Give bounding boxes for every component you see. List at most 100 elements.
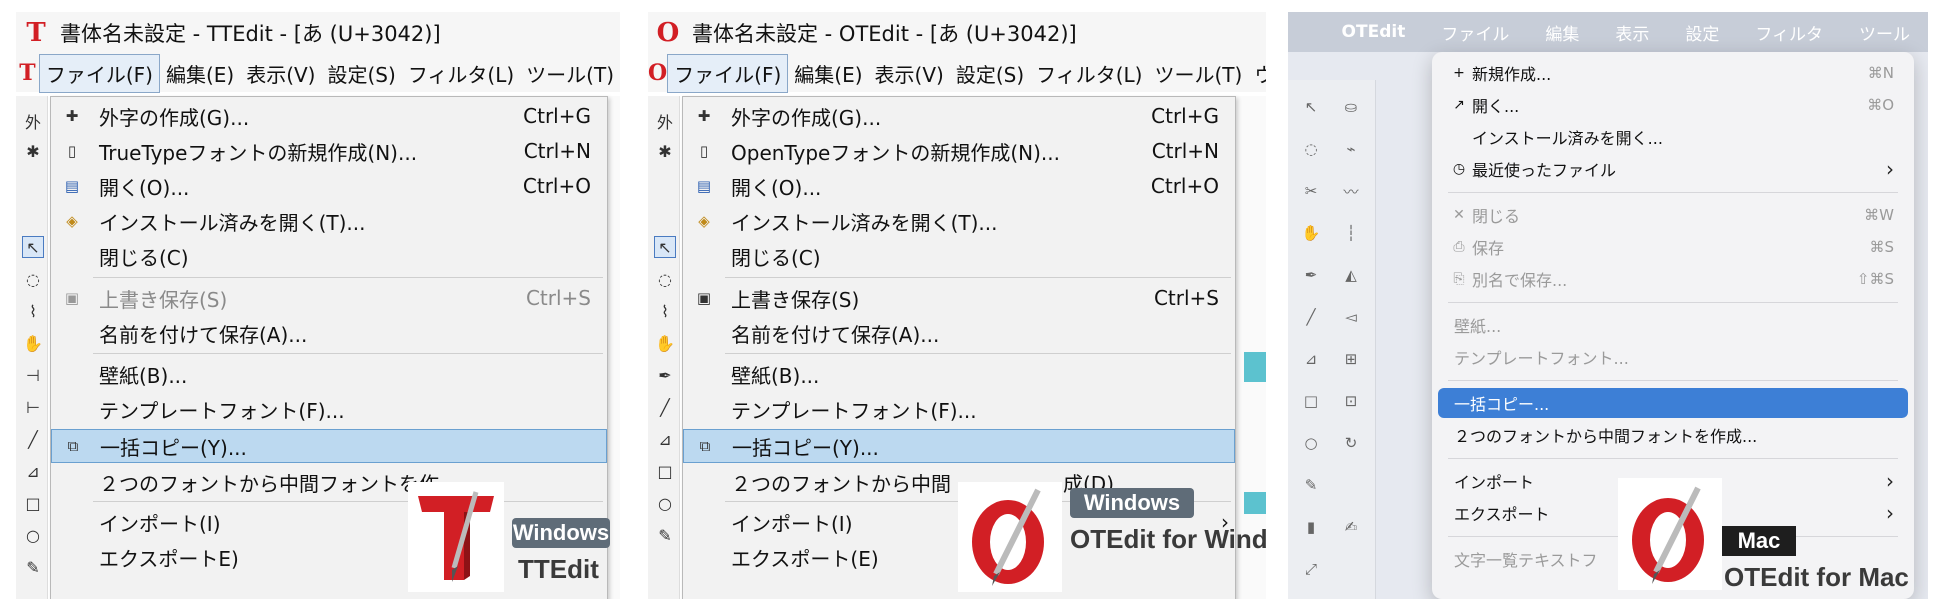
knife-icon[interactable]: ⌁ xyxy=(1338,136,1364,162)
menu-item-open[interactable]: ▤ 開く(O)... Ctrl+O xyxy=(51,169,607,203)
menu-item-batch-copy[interactable]: ⧉ 一括コピー(Y)... xyxy=(683,429,1235,463)
align-icon[interactable]: ◅ xyxy=(1338,304,1364,330)
menu-item-new-font[interactable]: ▯ TrueTypeフォントの新規作成(N)... Ctrl+N xyxy=(51,134,607,168)
rectangle-tool-icon[interactable]: □ xyxy=(1298,388,1324,414)
menu-item-save-as[interactable]: 名前を付けて保存(A)... xyxy=(51,316,607,350)
rotate-icon[interactable]: ↻ xyxy=(1338,430,1364,456)
menu-item-batch-copy[interactable]: 一括コピー... xyxy=(1438,388,1908,418)
line-tool-icon[interactable]: ╱ xyxy=(22,428,44,450)
menu-edit[interactable]: 編集(E) xyxy=(788,55,868,92)
menu-item-save-as[interactable]: 名前を付けて保存(A)... xyxy=(683,316,1235,350)
menu-item-save[interactable]: ▣ 上書き保存(S) Ctrl+S xyxy=(51,281,607,315)
hand-icon[interactable]: ✋ xyxy=(1298,220,1324,246)
line-tool-icon[interactable]: ╱ xyxy=(1298,304,1324,330)
outline-icon[interactable]: 外 xyxy=(22,110,44,132)
menu-item-new[interactable]: + 新規作成... ⌘N xyxy=(1438,58,1908,88)
menu-file[interactable]: ファイル(F) xyxy=(38,53,160,93)
hand-icon[interactable]: ✋ xyxy=(22,332,44,354)
lasso-icon[interactable]: ◌ xyxy=(654,268,676,290)
pin-icon[interactable]: ⊣ xyxy=(22,364,44,386)
menu-item-close[interactable]: ✕ 閉じる ⌘W xyxy=(1438,200,1908,230)
menu-item-gaiji[interactable]: ✚ 外字の作成(G)... Ctrl+G xyxy=(683,99,1235,133)
lasso-select-icon[interactable]: ⌇ xyxy=(654,300,676,322)
scissors-icon[interactable]: ✂ xyxy=(1298,178,1324,204)
menu-item-open-installed[interactable]: ◈ インストール済みを開く(T)... xyxy=(51,204,607,238)
otedit-menu-icon[interactable]: O xyxy=(648,60,667,86)
pencil-tool-icon[interactable]: ✎ xyxy=(1298,472,1324,498)
menu-file[interactable]: ファイル xyxy=(1423,20,1527,45)
pencil-tool-icon[interactable]: ✎ xyxy=(22,556,44,578)
select-arrow-icon[interactable]: ↖ xyxy=(1298,94,1324,120)
ellipse-tool-icon[interactable]: ○ xyxy=(1298,430,1324,456)
ellipse-tool-icon[interactable]: ○ xyxy=(22,524,44,546)
menu-settings[interactable]: 設定(S) xyxy=(950,55,1030,92)
menu-item-wallpaper[interactable]: 壁紙... xyxy=(1438,310,1908,340)
polygon-tool-icon[interactable]: ⊿ xyxy=(654,428,676,450)
grid-icon[interactable]: ⊞ xyxy=(1338,346,1364,372)
brush-icon[interactable]: ✍ xyxy=(1338,514,1364,540)
menu-item-open-installed[interactable]: ◈ インストール済みを開く(T)... xyxy=(683,204,1235,238)
select-arrow-icon[interactable]: ↖ xyxy=(654,236,676,258)
pencil-tool-icon[interactable]: ✎ xyxy=(654,524,676,546)
menu-item-gaiji[interactable]: ✚ 外字の作成(G)... Ctrl+G xyxy=(51,99,607,133)
menu-item-close[interactable]: 閉じる(C) xyxy=(51,239,607,273)
glyph-icon[interactable]: ✱ xyxy=(22,140,44,162)
menu-item-save[interactable]: ⎙ 保存 ⌘S xyxy=(1438,232,1908,262)
menu-item-batch-copy[interactable]: ⧉ 一括コピー(Y)... xyxy=(51,429,607,463)
polygon-tool-icon[interactable]: ⊿ xyxy=(22,460,44,482)
center-icon[interactable]: ⊡ xyxy=(1338,388,1364,414)
rectangle-tool-icon[interactable]: □ xyxy=(654,460,676,482)
menu-item-open-installed[interactable]: インストール済みを開く... xyxy=(1438,122,1908,152)
menu-item-template-font[interactable]: テンプレートフォント(F)... xyxy=(683,392,1235,426)
menu-edit[interactable]: 編集 xyxy=(1527,20,1597,45)
mirror-icon[interactable]: ◭ xyxy=(1338,262,1364,288)
transform-icon[interactable]: ⤢ xyxy=(1298,556,1324,582)
menu-item-wallpaper[interactable]: 壁紙(B)... xyxy=(51,357,607,391)
rectangle-tool-icon[interactable]: □ xyxy=(22,492,44,514)
lasso-icon[interactable]: ◌ xyxy=(22,268,44,290)
ellipse-tool-icon[interactable]: ○ xyxy=(654,492,676,514)
glyph-icon[interactable]: ✱ xyxy=(654,140,676,162)
menu-settings[interactable]: 設定 xyxy=(1667,20,1737,45)
menu-item-save-as[interactable]: ⎘ 別名で保存... ⇧⌘S xyxy=(1438,264,1908,294)
menu-app[interactable]: OTEdit xyxy=(1324,22,1424,42)
menu-item-recent[interactable]: ◷ 最近使ったファイル › xyxy=(1438,154,1908,184)
lasso-icon[interactable]: ◌ xyxy=(1298,136,1324,162)
pen-icon[interactable]: ✒ xyxy=(1298,262,1324,288)
menu-item-open[interactable]: ↗ 開く... ⌘O xyxy=(1438,90,1908,120)
menu-filter[interactable]: フィルタ xyxy=(1737,20,1841,45)
ttedit-menu-icon[interactable]: T xyxy=(16,60,39,86)
stamp-icon[interactable]: ⛀ xyxy=(1338,94,1364,120)
menu-view[interactable]: 表示 xyxy=(1597,20,1667,45)
lasso-select-icon[interactable]: ⌇ xyxy=(22,300,44,322)
menu-file[interactable]: ファイル(F) xyxy=(667,53,789,93)
menu-settings[interactable]: 設定(S) xyxy=(322,55,402,92)
hand-icon[interactable]: ✋ xyxy=(654,332,676,354)
outline-icon[interactable]: 外 xyxy=(654,110,676,132)
menu-item-close[interactable]: 閉じる(C) xyxy=(683,239,1235,273)
menu-filter[interactable]: フィルタ(L) xyxy=(402,55,520,92)
menu-item-open[interactable]: ▤ 開く(O)... Ctrl+O xyxy=(683,169,1235,203)
menu-item-new-font[interactable]: ▯ OpenTypeフォントの新規作成(N)... Ctrl+N xyxy=(683,134,1235,168)
select-arrow-icon[interactable]: ↖ xyxy=(22,236,44,258)
menu-tools[interactable]: ツール(T) xyxy=(1149,55,1249,92)
line-tool-icon[interactable]: ╱ xyxy=(654,396,676,418)
color-swatch-icon[interactable]: ▮ xyxy=(1298,514,1324,540)
menu-item-template-font[interactable]: テンプレートフォント(F)... xyxy=(51,392,607,426)
pen-icon[interactable]: ✒ xyxy=(654,364,676,386)
menu-view[interactable]: 表示(V) xyxy=(240,55,321,92)
menu-window[interactable]: ウ xyxy=(1248,55,1266,92)
menu-item-wallpaper[interactable]: 壁紙(B)... xyxy=(683,357,1235,391)
polygon-tool-icon[interactable]: ⊿ xyxy=(1298,346,1324,372)
node-icon[interactable]: ⊢ xyxy=(22,396,44,418)
menu-filter[interactable]: フィルタ(L) xyxy=(1030,55,1148,92)
menu-item-template-font[interactable]: テンプレートフォント... xyxy=(1438,342,1908,372)
menu-item-interpolate[interactable]: ２つのフォントから中間フォントを作成... xyxy=(1438,420,1908,450)
menu-item-save[interactable]: ▣ 上書き保存(S) Ctrl+S xyxy=(683,281,1235,315)
vertical-dash-icon[interactable]: ┆ xyxy=(1338,220,1364,246)
wave-icon[interactable]: 〰 xyxy=(1338,178,1364,204)
menu-edit[interactable]: 編集(E) xyxy=(160,55,240,92)
menu-view[interactable]: 表示(V) xyxy=(869,55,950,92)
menu-tools[interactable]: ツール xyxy=(1841,20,1928,45)
menu-tools[interactable]: ツール(T) xyxy=(520,55,620,92)
